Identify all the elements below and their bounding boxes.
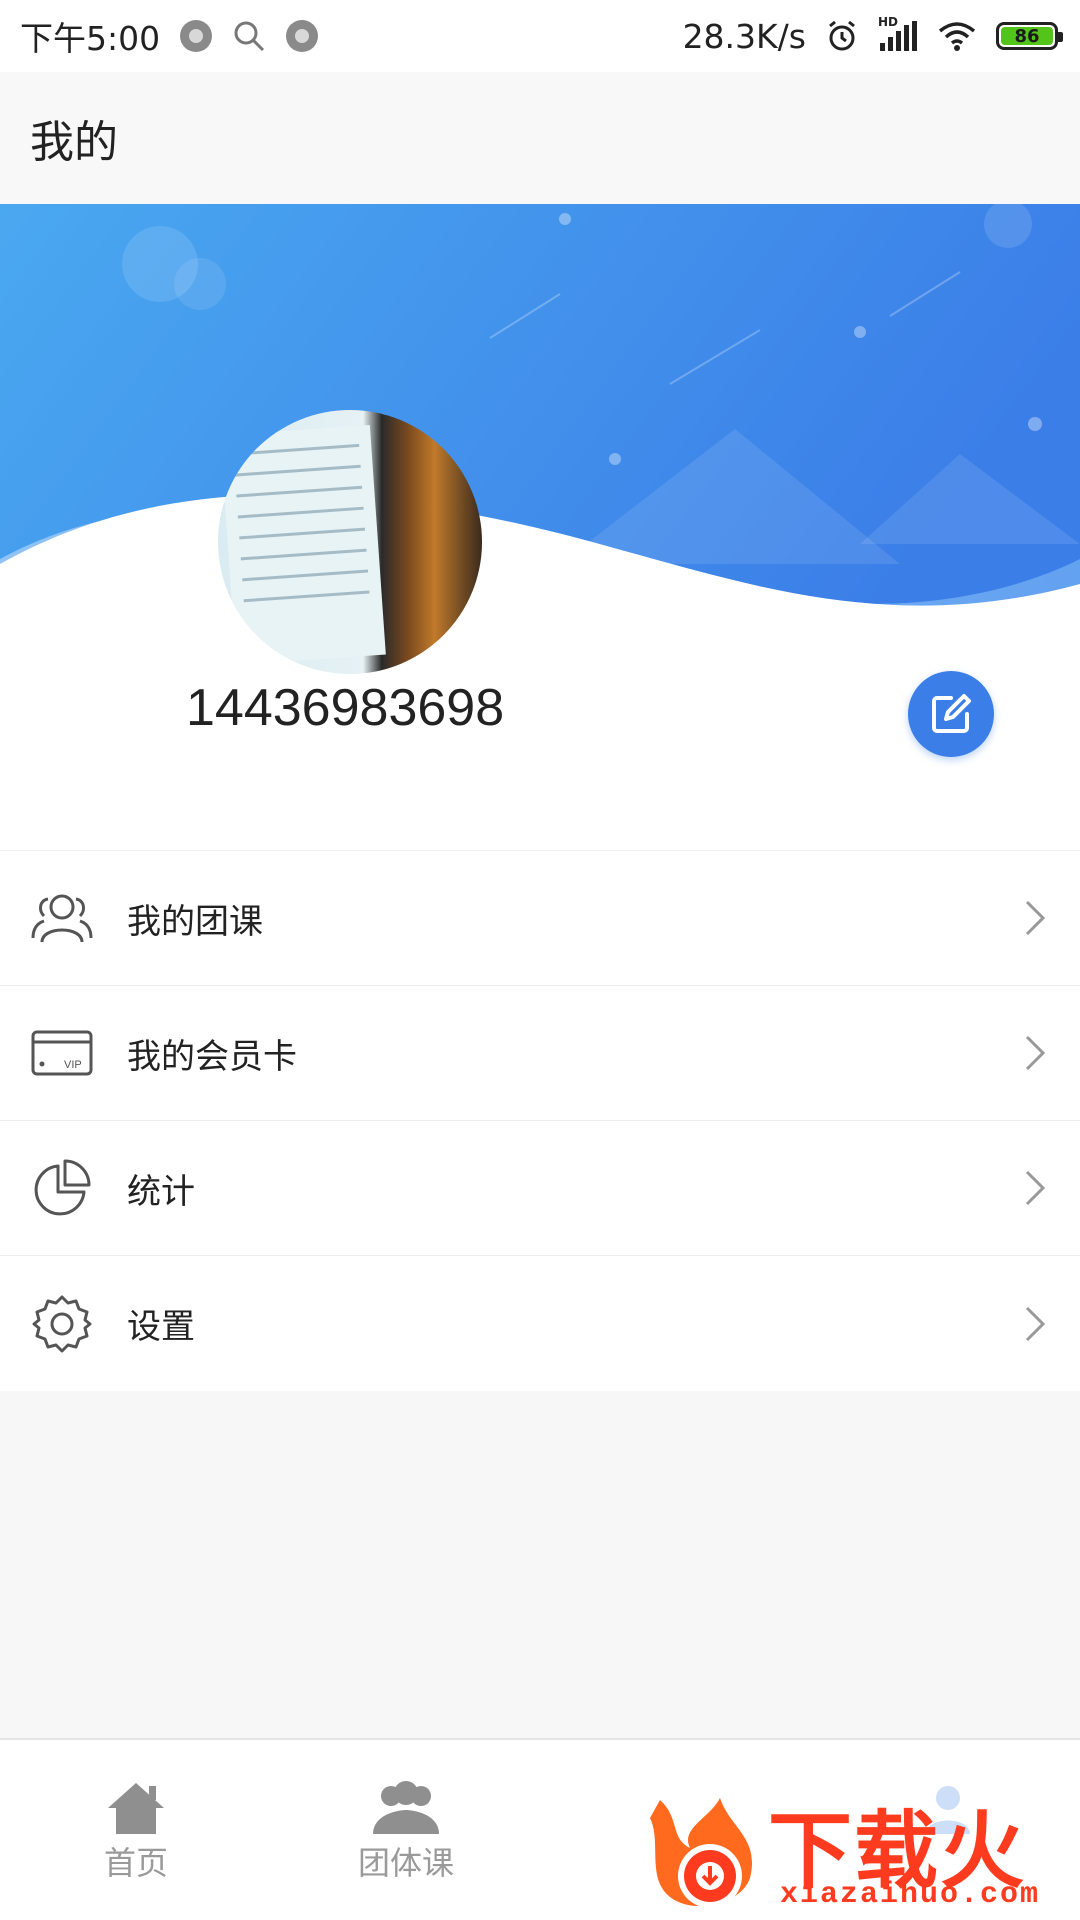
flame-logo-icon (650, 1798, 753, 1908)
network-speed: 28.3K/s (682, 16, 806, 56)
alarm-icon (829, 20, 855, 51)
menu-item-settings[interactable]: 设置 (0, 1256, 1080, 1391)
home-icon (108, 1783, 164, 1834)
menu-label: 我的会员卡 (127, 1036, 297, 1077)
notification-dot-icon (180, 20, 213, 52)
notification-dot-icon (286, 20, 319, 52)
nav-label: 首页 (103, 1844, 168, 1882)
chevron-right-icon (1020, 1033, 1050, 1073)
avatar-photo (220, 425, 386, 665)
menu-label: 我的团课 (127, 901, 263, 942)
status-bar: 下午5:00 28.3K/s HD 86 (0, 0, 1080, 72)
edit-profile-button[interactable] (908, 671, 994, 757)
page-header: 我的 (0, 72, 1080, 204)
signal-icon: HD (878, 15, 918, 53)
menu-list: 我的团课 VIP 我的会员卡 统计 设置 (0, 850, 1080, 1391)
menu-item-membership-card[interactable]: VIP 我的会员卡 (0, 986, 1080, 1121)
nav-item-home[interactable]: 首页 (56, 1780, 216, 1900)
pie-chart-icon (30, 1156, 94, 1220)
search-icon (234, 21, 265, 52)
profile-banner (0, 204, 1080, 644)
status-left: 下午5:00 (20, 12, 319, 60)
wifi-icon (938, 22, 976, 51)
page-title: 我的 (30, 117, 118, 168)
watermark: 下载火 xiazaihuo.com (640, 1778, 1080, 1920)
avatar[interactable] (218, 410, 482, 674)
group-icon (373, 1781, 439, 1834)
status-right: 28.3K/s HD 86 (682, 15, 1063, 56)
watermark-url: xiazaihuo.com (780, 1878, 1041, 1912)
vip-card-icon: VIP (30, 1021, 94, 1085)
edit-icon (932, 694, 971, 733)
chevron-right-icon (1020, 1168, 1050, 1208)
nav-item-group-classes[interactable]: 团体课 (326, 1780, 486, 1900)
svg-text:VIP: VIP (64, 1059, 82, 1071)
menu-item-statistics[interactable]: 统计 (0, 1121, 1080, 1256)
chevron-right-icon (1020, 898, 1050, 938)
group-users-icon (30, 886, 94, 950)
menu-label: 设置 (127, 1307, 195, 1347)
battery-icon: 86 (996, 22, 1063, 50)
menu-item-group-classes[interactable]: 我的团课 (0, 851, 1080, 986)
menu-label: 统计 (127, 1171, 195, 1212)
chevron-right-icon (1020, 1304, 1050, 1344)
gear-icon (30, 1292, 94, 1356)
status-time: 下午5:00 (20, 19, 161, 58)
user-phone-number: 14436983698 (186, 679, 505, 737)
nav-label: 团体课 (357, 1844, 454, 1882)
profile-info-area (0, 644, 1080, 850)
battery-level: 86 (1001, 26, 1053, 47)
banner-background (0, 204, 1080, 644)
